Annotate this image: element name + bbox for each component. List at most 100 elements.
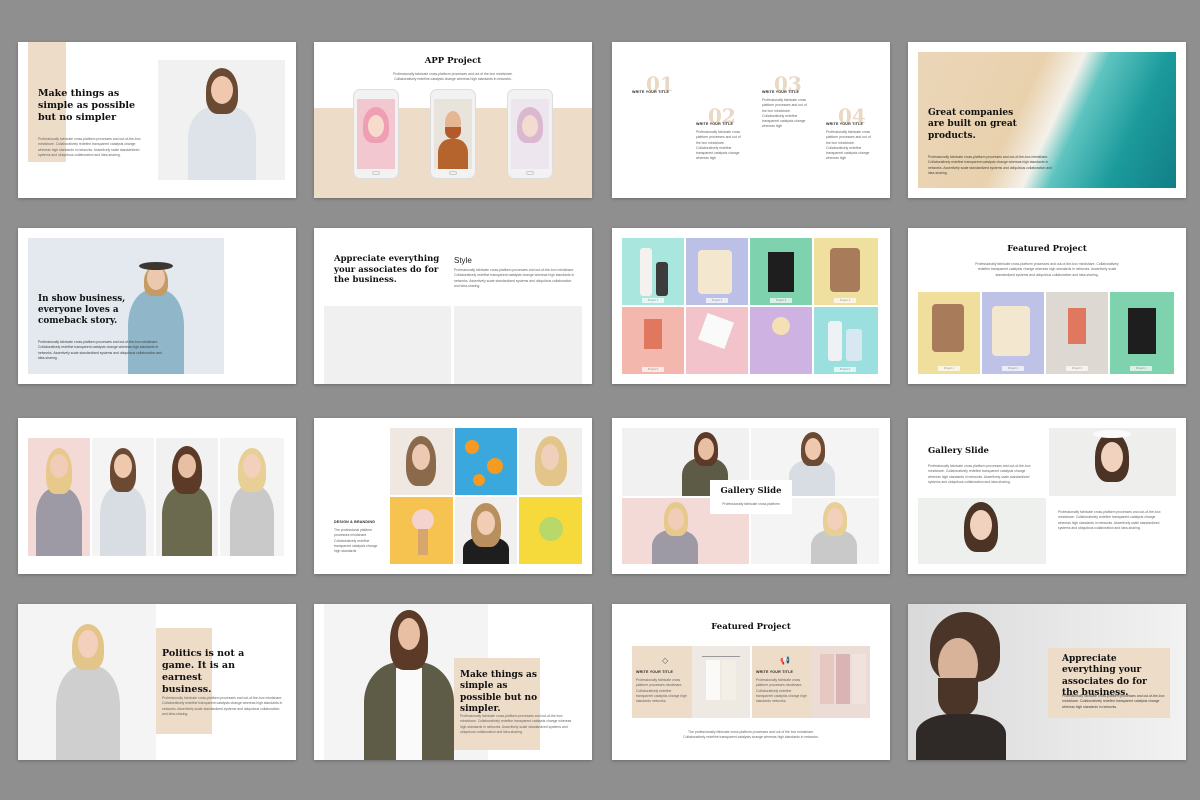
- slide-appreciate-style[interactable]: Appreciate everything your associates do…: [314, 228, 592, 384]
- slide-politics[interactable]: Politics is not a game. It is an earnest…: [18, 604, 296, 760]
- model-photo: [28, 438, 90, 556]
- step-title: WRITE YOUR TITLE: [826, 122, 864, 126]
- orange-photo: [455, 428, 517, 495]
- slide-body-text: Professionally fabricate cross-platform …: [928, 155, 1053, 175]
- slide-body-text: Professionally fabricate cross-platform …: [393, 72, 513, 82]
- step-text: Professionally fabricate cross platform …: [826, 130, 871, 161]
- step-text: Professionally fabricate cross platform …: [696, 130, 741, 161]
- model-photo: [519, 428, 582, 495]
- slide-body-text: Professionally fabricate cross-platform …: [1062, 694, 1165, 709]
- slide-four-steps[interactable]: 01 WRITE YOUR TITLE 02 WRITE YOUR TITLE …: [612, 42, 890, 198]
- placeholder-block: [454, 306, 582, 384]
- phone-mockup: [353, 89, 399, 179]
- step-title: WRITE YOUR TITLE: [632, 90, 670, 94]
- product-photo: Project 3: [1046, 292, 1108, 374]
- phone-mockup: [430, 89, 476, 179]
- item-text: Professionally fabricate cross platform …: [636, 678, 687, 704]
- model-photo: [92, 438, 154, 556]
- slide-body-text: Professionally fabricate cross-platform …: [460, 714, 572, 734]
- step-text: Professionally fabricate cross platform …: [762, 98, 807, 129]
- clothes-photo: [812, 646, 870, 718]
- model-photo: [1049, 428, 1176, 496]
- project-caption: Project 1: [938, 366, 960, 371]
- slide-title: Make things as simple as possible but no…: [38, 88, 136, 123]
- product-photo: Project 2: [982, 292, 1044, 374]
- footer-text: The professionally fabricate cross platf…: [683, 730, 819, 740]
- product-photo: Project 3: [750, 238, 812, 305]
- item-text: Professionally fabricate cross platform …: [756, 678, 807, 704]
- slide-gallery-collage[interactable]: Gallery Slide Professionally fabricate c…: [612, 418, 890, 574]
- slide-title: Appreciate everything your associates do…: [334, 254, 440, 286]
- project-caption: Project 3: [1066, 366, 1088, 371]
- slide-body-text: Professionally fabricate cross-platform …: [975, 262, 1119, 277]
- model-photo: [918, 498, 1046, 564]
- slide-make-things-simple[interactable]: Make things as simple as possible but no…: [18, 42, 296, 198]
- slide-body-text: Professionally fabricate cross-platform: [722, 502, 780, 506]
- slide-body-text: The professional platform processes mind…: [334, 528, 378, 554]
- model-photo: [455, 497, 517, 564]
- slide-featured-project[interactable]: Featured Project Professionally fabricat…: [908, 228, 1186, 384]
- slide-featured-project-2[interactable]: Featured Project ◇ WRITE YOUR TITLE Prof…: [612, 604, 890, 760]
- product-photo: Project 1: [622, 238, 684, 305]
- presentation-template-preview: { "slides": { "s1": {"title": "Make thin…: [0, 0, 1200, 800]
- project-caption: Project 6: [834, 367, 856, 372]
- slide-title: Appreciate everything your associates do…: [1062, 654, 1147, 698]
- slide-subtitle: Style: [454, 256, 472, 265]
- project-caption: Project 4: [834, 298, 856, 303]
- product-photo: Project 5: [622, 307, 684, 374]
- product-photo: Project 6: [814, 307, 878, 374]
- step-title: WRITE YOUR TITLE: [696, 122, 734, 126]
- slide-title: APP Project: [424, 56, 482, 66]
- slide-title: In show business, everyone loves a comeb…: [38, 294, 126, 326]
- slide-body-text: Professionally fabricate cross-platform …: [38, 137, 141, 157]
- caption-box: Gallery Slide Professionally fabricate c…: [710, 480, 792, 514]
- megaphone-icon: 📢: [780, 656, 790, 665]
- lime-photo: [519, 497, 582, 564]
- slide-project-grid[interactable]: Project 1 Project 2 Project 3 Project 4 …: [612, 228, 890, 384]
- diamond-icon: ◇: [662, 656, 669, 665]
- project-caption: Project 5: [642, 367, 664, 372]
- slide-title: Gallery Slide: [720, 486, 782, 496]
- product-photo: [686, 307, 748, 374]
- project-caption: Project 4: [1130, 366, 1152, 371]
- phone-mockup: [507, 89, 553, 179]
- model-photo: [38, 614, 138, 760]
- slide-gallery-text[interactable]: Gallery Slide Professionally fabricate c…: [908, 418, 1186, 574]
- placeholder-block: [324, 306, 451, 384]
- model-photo: [158, 60, 285, 180]
- slide-title: Politics is not a game. It is an earnest…: [162, 648, 245, 695]
- slide-appreciate-everything[interactable]: Appreciate everything your associates do…: [908, 604, 1186, 760]
- slide-body-text: Professionally fabricate cross-platform …: [162, 696, 283, 716]
- step-title: WRITE YOUR TITLE: [762, 90, 800, 94]
- clothes-photo: [692, 646, 750, 718]
- slide-make-things-simple-2[interactable]: Make things as simple as possible but no…: [314, 604, 592, 760]
- slide-great-companies[interactable]: Great companies are built on great produ…: [908, 42, 1186, 198]
- product-photo: Project 1: [918, 292, 980, 374]
- slide-title: Make things as simple as possible but no…: [460, 670, 538, 714]
- slide-model-lineup[interactable]: [18, 418, 296, 574]
- slide-title: Great companies are built on great produ…: [928, 108, 1017, 141]
- project-caption: Project 2: [1002, 366, 1024, 371]
- product-photo: [750, 307, 812, 374]
- slide-body-text: Professionally fabricate cross-platform …: [454, 268, 575, 288]
- product-photo: Project 2: [686, 238, 748, 305]
- slide-design-branding[interactable]: DESIGN & BRANDING The professional platf…: [314, 418, 592, 574]
- slide-show-business[interactable]: In show business, everyone loves a comeb…: [18, 228, 296, 384]
- item-title: WRITE YOUR TITLE: [756, 670, 794, 674]
- product-photo: Project 4: [1110, 292, 1174, 374]
- slide-body-text: Professionally fabricate cross-platform …: [38, 340, 163, 360]
- model-photo: [390, 428, 453, 495]
- slide-app-project[interactable]: APP Project Professionally fabricate cro…: [314, 42, 592, 198]
- model-photo: [156, 438, 218, 556]
- slide-title: Featured Project: [1007, 244, 1087, 254]
- product-photo: Project 4: [814, 238, 878, 305]
- slide-title: Featured Project: [711, 622, 791, 632]
- icecream-photo: [390, 497, 453, 564]
- slide-body-text: Professionally fabricate cross-platform …: [928, 464, 1031, 484]
- section-label: DESIGN & BRANDING: [334, 520, 376, 524]
- slide-body-text-2: Professionally fabricate cross-platform …: [1058, 510, 1161, 530]
- item-title: WRITE YOUR TITLE: [636, 670, 674, 674]
- model-photo: [220, 438, 284, 556]
- project-caption: Project 1: [642, 298, 664, 303]
- slide-title: Gallery Slide: [928, 446, 989, 456]
